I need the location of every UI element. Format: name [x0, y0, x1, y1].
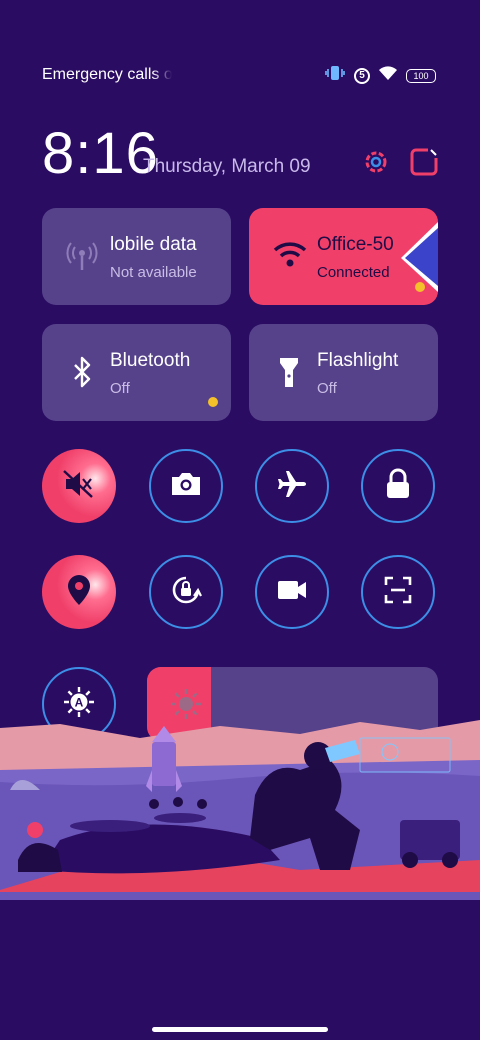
toggle-location[interactable]	[42, 555, 116, 629]
status-icons: 5 100	[324, 64, 436, 87]
wifi-settings-dot	[415, 282, 425, 292]
battery-icon: 100	[406, 68, 436, 83]
tile-bluetooth-name: Bluetooth	[110, 350, 191, 371]
camera-icon	[170, 471, 202, 502]
wifi-icon	[273, 240, 309, 276]
video-camera-icon	[276, 579, 308, 606]
auto-brightness-icon: A	[62, 685, 96, 724]
toggle-mute[interactable]	[42, 449, 116, 523]
wallpaper-illustration	[0, 720, 480, 900]
settings-gear-icon[interactable]	[362, 148, 390, 176]
lock-icon	[385, 468, 411, 505]
tile-mobile-data[interactable]: lobile data Not available	[42, 208, 231, 305]
tile-flashlight-name: Flashlight	[317, 350, 399, 371]
rotation-lock-icon	[170, 574, 202, 611]
status-carrier-text: Emergency calls o	[42, 66, 172, 83]
toggle-screen-record[interactable]	[255, 555, 329, 629]
tile-flashlight-status: Off	[317, 380, 337, 397]
svg-text:A: A	[75, 695, 84, 709]
sim-icon: 5	[354, 67, 370, 84]
home-indicator[interactable]	[152, 1027, 328, 1032]
tile-bluetooth[interactable]: Bluetooth Off	[42, 324, 231, 421]
toggle-screenshot[interactable]	[149, 449, 223, 523]
toggle-lock-screen[interactable]	[361, 449, 435, 523]
bottom-background	[0, 900, 480, 1040]
location-pin-icon	[66, 573, 92, 612]
flashlight-icon	[271, 354, 307, 390]
date[interactable]: Thursday, March 09	[143, 156, 311, 178]
tile-bluetooth-status: Off	[110, 380, 130, 397]
tile-wifi-name: Office-50	[317, 234, 394, 255]
mute-icon	[62, 469, 96, 504]
wifi-status-icon	[378, 65, 398, 86]
airplane-icon	[276, 469, 308, 504]
clock[interactable]: 8:16	[42, 120, 159, 187]
vibrate-icon	[324, 64, 346, 87]
tile-mobile-data-status: Not available	[110, 264, 197, 281]
bluetooth-icon	[64, 354, 100, 390]
toggle-auto-rotate[interactable]	[149, 555, 223, 629]
tile-flashlight[interactable]: Flashlight Off	[249, 324, 438, 421]
edit-tiles-icon[interactable]	[410, 148, 438, 176]
tile-mobile-data-name: lobile data	[110, 234, 197, 255]
signal-tower-icon	[64, 238, 100, 274]
toggle-scanner[interactable]	[361, 555, 435, 629]
toggle-airplane-mode[interactable]	[255, 449, 329, 523]
scan-icon	[384, 576, 412, 609]
tile-wifi[interactable]: Office-50 Connected	[249, 208, 438, 305]
bluetooth-settings-dot	[208, 397, 218, 407]
tile-wifi-status: Connected	[317, 264, 390, 281]
